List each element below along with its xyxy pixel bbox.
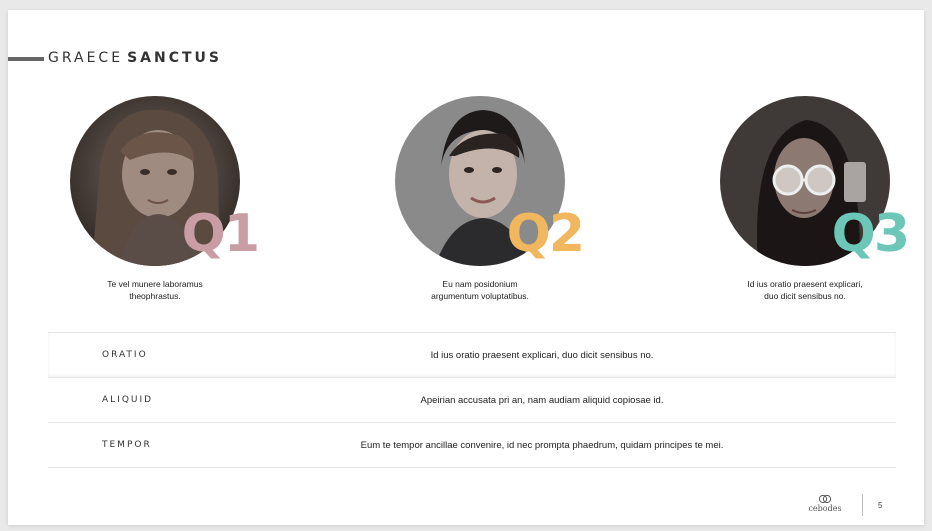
q2-caption: Eu nam posidonium argumentum voluptatibu… [431,279,529,301]
table-row: TEMPOR Eum te tempor ancillae convenire,… [48,422,896,468]
title-accent-bar [8,57,44,61]
row-value: Apeirian accusata pri an, nam audiam ali… [420,394,664,406]
avatar-q2: Q2 [395,96,585,266]
footer-divider [862,494,863,516]
table-row: ALIQUID Apeirian accusata pri an, nam au… [48,377,896,422]
title-part-2: SANCTUS [127,50,222,66]
q2-label: Q2 [506,204,585,264]
row-key: ALIQUID [102,395,154,405]
title-part-1: GRAECE [48,50,124,66]
row-value: Eum te tempor ancillae convenire, id nec… [360,439,724,451]
brand-mark-icon [800,494,850,504]
page-number: 5 [878,501,883,510]
row-key: TEMPOR [102,440,152,450]
q1-caption: Te vel munere laboramus theophrastus. [107,279,203,301]
row-value: Id ius oratio praesent explicari, duo di… [430,349,654,361]
card-q1: Q1 Te vel munere laboramus theophrastus. [55,96,260,302]
slide: GRAECE SANCTUS Q1 Te vel munere laboramu… [8,10,924,525]
card-q3: Q3 Id ius oratio praesent explicari, duo… [705,96,910,302]
row-key: ORATIO [102,350,148,360]
q3-label: Q3 [831,204,910,264]
q1-label: Q1 [181,204,260,264]
brand-name: cebodes [808,504,842,513]
avatar-q1: Q1 [70,96,260,266]
avatar-q3: Q3 [720,96,910,266]
table-row: ORATIO Id ius oratio praesent explicari,… [48,332,896,377]
card-q2: Q2 Eu nam posidonium argumentum voluptat… [380,96,585,302]
q3-caption: Id ius oratio praesent explicari, duo di… [747,279,863,301]
slide-title: GRAECE SANCTUS [48,50,222,66]
info-table: ORATIO Id ius oratio praesent explicari,… [48,332,896,468]
brand-logo: cebodes [800,494,850,513]
